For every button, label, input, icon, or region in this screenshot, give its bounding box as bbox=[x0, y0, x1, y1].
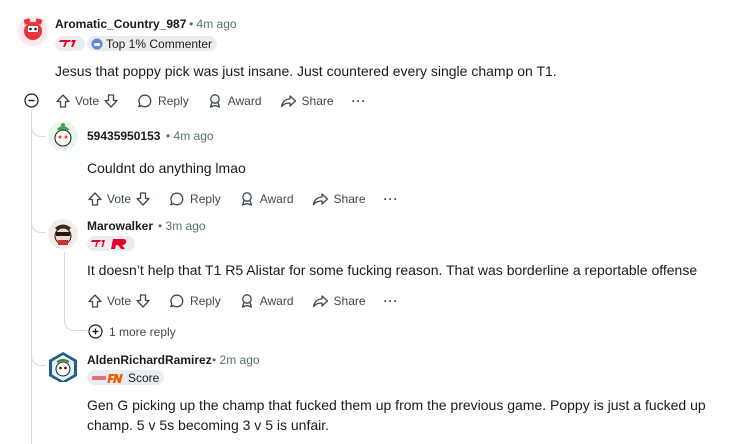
upvote-icon bbox=[56, 94, 70, 108]
thread-curve bbox=[31, 345, 46, 366]
comment-timestamp[interactable]: 3m ago bbox=[166, 219, 206, 233]
award-label: Award bbox=[259, 192, 294, 206]
downvote-button[interactable] bbox=[135, 191, 151, 207]
thread-line-reply bbox=[64, 252, 65, 314]
vote-group: Vote bbox=[87, 191, 151, 207]
user-flair: Top 1% Commenter bbox=[87, 36, 218, 51]
comment-meta: • 4m ago bbox=[166, 129, 214, 143]
downvote-button[interactable] bbox=[103, 93, 119, 109]
award-icon bbox=[241, 192, 252, 206]
comment-author[interactable]: AldenRichardRamirez bbox=[87, 353, 212, 367]
comment-actions: Vote Reply Award Share ··· bbox=[87, 189, 417, 209]
share-button[interactable]: Share bbox=[280, 93, 334, 109]
comment-timestamp[interactable]: 4m ago bbox=[197, 17, 237, 31]
more-options-button[interactable]: ··· bbox=[384, 294, 399, 308]
reply-button[interactable]: Reply bbox=[169, 191, 221, 207]
downvote-icon bbox=[136, 294, 150, 308]
thread-line-main bbox=[31, 110, 32, 444]
reply-label: Reply bbox=[190, 294, 221, 308]
award-icon bbox=[241, 294, 252, 308]
more-replies-button[interactable]: 1 more reply bbox=[88, 324, 176, 339]
fnatic-flair-icon bbox=[92, 373, 123, 383]
award-button[interactable]: Award bbox=[239, 191, 294, 207]
comment-body: It doesn’t help that T1 R5 Alistar for s… bbox=[87, 262, 698, 278]
reply-button[interactable]: Reply bbox=[137, 93, 189, 109]
share-label: Share bbox=[301, 94, 334, 108]
upvote-icon bbox=[88, 192, 102, 206]
meta-separator: • bbox=[212, 353, 217, 367]
share-arrow-icon bbox=[280, 95, 296, 108]
comment-meta: • 3m ago bbox=[158, 219, 206, 233]
downvote-icon bbox=[136, 192, 150, 206]
flair-text: Top 1% Commenter bbox=[106, 36, 213, 51]
more-options-button[interactable]: ··· bbox=[384, 192, 399, 206]
more-options-button[interactable]: ··· bbox=[352, 94, 367, 108]
share-label: Share bbox=[333, 294, 366, 308]
thread-curve bbox=[64, 313, 87, 331]
flair-text: Score bbox=[128, 370, 160, 385]
comment-body: Couldnt do anything lmao bbox=[87, 160, 246, 176]
vote-count: Vote bbox=[107, 294, 132, 308]
thread-curve bbox=[31, 212, 46, 233]
comment-meta: • 2m ago bbox=[212, 353, 260, 367]
downvote-button[interactable] bbox=[135, 293, 151, 309]
reply-button[interactable]: Reply bbox=[169, 293, 221, 309]
share-button[interactable]: Share bbox=[312, 191, 366, 207]
t1-logo-icon bbox=[59, 40, 76, 47]
avatar[interactable] bbox=[48, 352, 78, 382]
reply-bubble-icon bbox=[138, 94, 152, 108]
vote-group: Vote bbox=[55, 93, 119, 109]
meta-separator: • bbox=[158, 219, 163, 233]
reply-bubble-icon bbox=[170, 294, 184, 308]
share-label: Share bbox=[333, 192, 366, 206]
upvote-button[interactable] bbox=[87, 191, 103, 207]
comment-author[interactable]: Aromatic_Country_987 bbox=[55, 17, 186, 31]
comment-author[interactable]: Marowalker bbox=[87, 219, 153, 233]
meta-separator: • bbox=[166, 129, 171, 143]
collapse-minus-icon bbox=[24, 93, 39, 108]
comment-author[interactable]: 59435950153 bbox=[87, 129, 160, 143]
comment-timestamp[interactable]: 4m ago bbox=[174, 129, 214, 143]
comment-actions: Vote Reply Award Share ··· bbox=[55, 91, 385, 111]
award-button[interactable]: Award bbox=[239, 293, 294, 309]
upvote-button[interactable] bbox=[55, 93, 71, 109]
commenter-badge-icon bbox=[91, 38, 103, 49]
reply-label: Reply bbox=[158, 94, 189, 108]
reply-bubble-icon bbox=[170, 192, 184, 206]
upvote-button[interactable] bbox=[87, 293, 103, 309]
award-label: Award bbox=[259, 294, 294, 308]
upvote-icon bbox=[88, 294, 102, 308]
meta-separator: • bbox=[189, 17, 194, 31]
share-button[interactable]: Share bbox=[312, 293, 366, 309]
award-button[interactable]: Award bbox=[207, 93, 262, 109]
reply-label: Reply bbox=[190, 192, 221, 206]
comment-body-line: Gen G picking up the champ that fucked t… bbox=[87, 397, 706, 413]
award-label: Award bbox=[227, 94, 262, 108]
more-replies-label: 1 more reply bbox=[109, 324, 176, 339]
downvote-icon bbox=[104, 94, 118, 108]
user-flair: Score bbox=[87, 370, 165, 385]
vote-count: Vote bbox=[75, 94, 100, 108]
comment-actions: Vote Reply Award Share ··· bbox=[87, 291, 417, 311]
collapse-thread-button[interactable] bbox=[24, 93, 39, 108]
expand-plus-icon bbox=[88, 324, 103, 339]
comment-timestamp[interactable]: 2m ago bbox=[220, 353, 260, 367]
t1-faker-flair-icon bbox=[91, 238, 127, 249]
vote-group: Vote bbox=[87, 293, 151, 309]
comment-body: Jesus that poppy pick was just insane. J… bbox=[55, 63, 557, 79]
team-flair bbox=[55, 36, 85, 51]
vote-count: Vote bbox=[107, 192, 132, 206]
comment-meta: • 4m ago bbox=[189, 17, 237, 31]
team-flair bbox=[87, 236, 135, 251]
share-arrow-icon bbox=[312, 193, 328, 206]
avatar[interactable] bbox=[48, 219, 78, 249]
comment-body-line: champ. 5 v 5s becoming 3 v 5 is unfair. bbox=[87, 417, 330, 433]
thread-curve bbox=[31, 116, 46, 137]
award-icon bbox=[209, 94, 220, 108]
share-arrow-icon bbox=[312, 295, 328, 308]
avatar[interactable] bbox=[18, 16, 48, 46]
avatar[interactable] bbox=[48, 121, 78, 151]
